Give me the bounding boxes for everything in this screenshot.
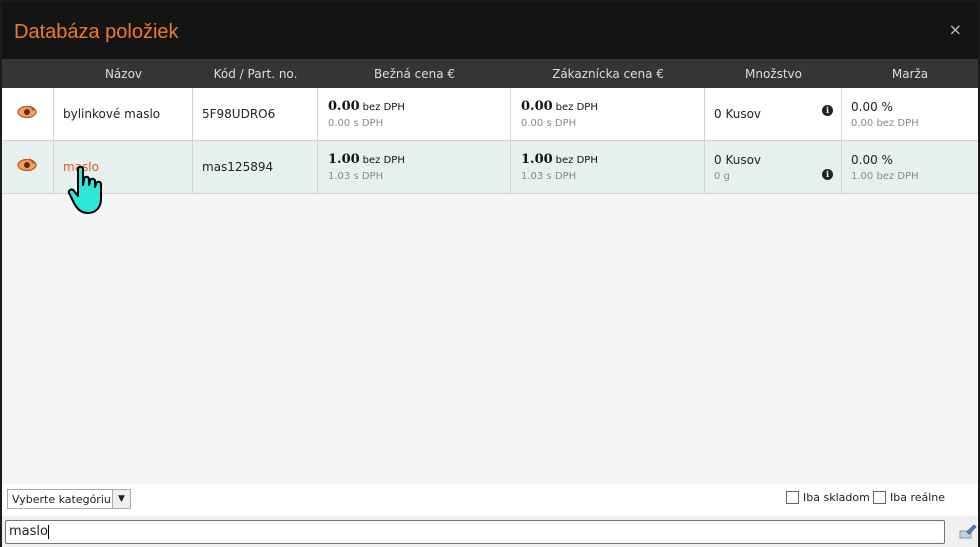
only-real-label: Iba reálne [890, 491, 946, 504]
info-icon[interactable]: i [822, 105, 833, 116]
price-vat: 0.00 s DPH [328, 118, 384, 129]
category-select[interactable]: Vyberte kategóriu ▼ [7, 489, 131, 509]
item-code: mas125894 [202, 160, 274, 174]
checkbox-box[interactable] [786, 491, 799, 504]
items-table: bylinkové maslo 5F98UDRO6 0.00 bez DPH 0.… [2, 88, 978, 194]
margin-sub: 0.00 bez DPH [851, 118, 919, 129]
item-code: 5F98UDRO6 [202, 107, 276, 121]
close-icon[interactable]: × [949, 20, 962, 39]
price-value: 1.00 bez DPH [328, 152, 405, 167]
chevron-down-icon[interactable]: ▼ [112, 490, 130, 508]
column-header-price[interactable]: Bežná cena € [318, 67, 511, 81]
customer-price-value: 1.00 bez DPH [521, 152, 598, 167]
price-value: 0.00 bez DPH [328, 99, 405, 114]
customer-price-amount: 0.00 [521, 99, 553, 114]
price-amount: 0.00 [328, 99, 360, 114]
customer-price-suffix: bez DPH [555, 155, 598, 166]
search-value: maslo [9, 524, 48, 539]
column-header-customer-price[interactable]: Zákaznícka cena € [511, 67, 705, 81]
only-real-checkbox[interactable]: Iba reálne [873, 491, 945, 504]
column-header-code[interactable]: Kód / Part. no. [193, 67, 318, 81]
hand-cursor-icon [67, 165, 102, 214]
edit-icon[interactable] [959, 522, 977, 540]
only-stock-checkbox[interactable]: Iba skladom [786, 491, 870, 504]
customer-price-value: 0.00 bez DPH [521, 99, 598, 114]
row-icon-cell[interactable] [2, 141, 54, 193]
table-header: Názov Kód / Part. no. Bežná cena € Zákaz… [2, 59, 978, 88]
price-suffix: bez DPH [362, 155, 405, 166]
column-header-margin[interactable]: Marža [842, 67, 978, 81]
margin-value: 0.00 % [851, 153, 893, 167]
titlebar: Databáza položiek × [2, 2, 978, 59]
customer-price-vat: 0.00 s DPH [521, 118, 577, 129]
customer-price-suffix: bez DPH [555, 102, 598, 113]
column-header-name[interactable]: Názov [54, 67, 193, 81]
table-row[interactable]: maslo mas125894 1.00bez DPH 1.03 s DPH 1… [2, 141, 978, 194]
text-cursor [47, 524, 49, 539]
price-amount: 1.00 [328, 152, 360, 167]
row-icon-cell[interactable] [2, 88, 54, 140]
quantity-value: 0 Kusov [714, 153, 762, 167]
search-input[interactable]: maslo [5, 520, 945, 544]
only-stock-label: Iba skladom [803, 491, 870, 504]
item-name[interactable]: bylinkové maslo [63, 107, 160, 121]
customer-price-amount: 1.00 [521, 152, 553, 167]
customer-price-vat: 1.03 s DPH [521, 171, 577, 182]
price-vat: 1.03 s DPH [328, 171, 384, 182]
category-select-label: Vyberte kategóriu [12, 493, 111, 506]
item-eye-icon[interactable] [17, 103, 37, 119]
price-suffix: bez DPH [362, 102, 405, 113]
quantity-sub: 0 g [714, 171, 730, 182]
quantity-value: 0 Kusov [714, 107, 762, 121]
info-icon[interactable]: i [822, 169, 833, 180]
item-eye-icon[interactable] [17, 156, 37, 172]
column-header-quantity[interactable]: Množstvo [705, 67, 842, 81]
table-row[interactable]: bylinkové maslo 5F98UDRO6 0.00 bez DPH 0.… [2, 88, 978, 141]
dialog-title: Databáza položiek [14, 21, 179, 43]
item-database-dialog: Databáza položiek × Názov Kód / Part. no… [0, 0, 980, 547]
search-bar: maslo [2, 516, 978, 547]
margin-value: 0.00 % [851, 100, 893, 114]
margin-sub: 1.00 bez DPH [851, 171, 919, 182]
checkbox-box[interactable] [873, 491, 886, 504]
filter-bar: Vyberte kategóriu ▼ Iba skladom Iba reál… [2, 484, 978, 516]
